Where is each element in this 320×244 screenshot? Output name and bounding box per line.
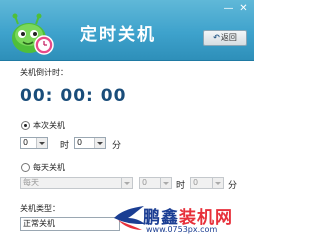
shutdown-type-select[interactable]: 正常关机 xyxy=(20,217,120,231)
minimize-button[interactable]: — xyxy=(223,3,234,14)
countdown-display: 00: 00: 00 xyxy=(20,86,127,106)
dropdown-arrow-icon xyxy=(94,138,105,148)
countdown-label: 关机倒计时： xyxy=(20,68,68,77)
dropdown-arrow-icon xyxy=(212,178,223,188)
window-title: 定时关机 xyxy=(80,25,156,45)
daily-frequency-value: 每天 xyxy=(23,178,39,187)
once-hour-unit: 时 xyxy=(60,141,70,151)
daily-hour-select[interactable]: 0 xyxy=(139,177,172,189)
once-minute-value: 0 xyxy=(77,138,83,147)
shutdown-type-label: 关机类型： xyxy=(20,204,60,213)
once-minute-unit: 分 xyxy=(112,141,122,151)
dropdown-arrow-icon xyxy=(121,178,132,188)
close-button[interactable]: ✕ xyxy=(238,3,249,14)
daily-radio[interactable] xyxy=(21,163,30,172)
daily-frequency-select[interactable]: 每天 xyxy=(20,177,133,189)
watermark-bird-icon xyxy=(114,206,145,230)
back-button-label: 返回 xyxy=(220,33,237,42)
green-alarm-mascot-icon xyxy=(12,13,54,55)
daily-minute-select[interactable]: 0 xyxy=(190,177,224,189)
dropdown-arrow-icon xyxy=(36,138,47,148)
dropdown-arrow-icon xyxy=(160,178,171,188)
once-radio[interactable] xyxy=(21,121,30,130)
back-button[interactable]: ↶返回 xyxy=(203,30,247,46)
watermark-url: www.0753px.com xyxy=(146,225,218,234)
daily-minute-unit: 分 xyxy=(228,181,238,191)
daily-minute-value: 0 xyxy=(193,178,199,187)
once-label: 本次关机 xyxy=(33,121,65,130)
title-bar: — ✕ 定时关机 ↶返回 xyxy=(0,0,254,61)
daily-label: 每天关机 xyxy=(33,163,65,172)
daily-hour-unit: 时 xyxy=(176,181,186,191)
once-hour-value: 0 xyxy=(23,138,29,147)
shutdown-type-value: 正常关机 xyxy=(23,219,55,228)
back-arrow-icon: ↶ xyxy=(213,33,220,42)
once-minute-select[interactable]: 0 xyxy=(74,137,106,149)
once-hour-select[interactable]: 0 xyxy=(20,137,48,149)
shutdown-timer-window: — ✕ 定时关机 ↶返回 关机倒计时： 00: 00: 00 本次关机 0 时 … xyxy=(0,0,254,244)
daily-hour-value: 0 xyxy=(142,178,148,187)
